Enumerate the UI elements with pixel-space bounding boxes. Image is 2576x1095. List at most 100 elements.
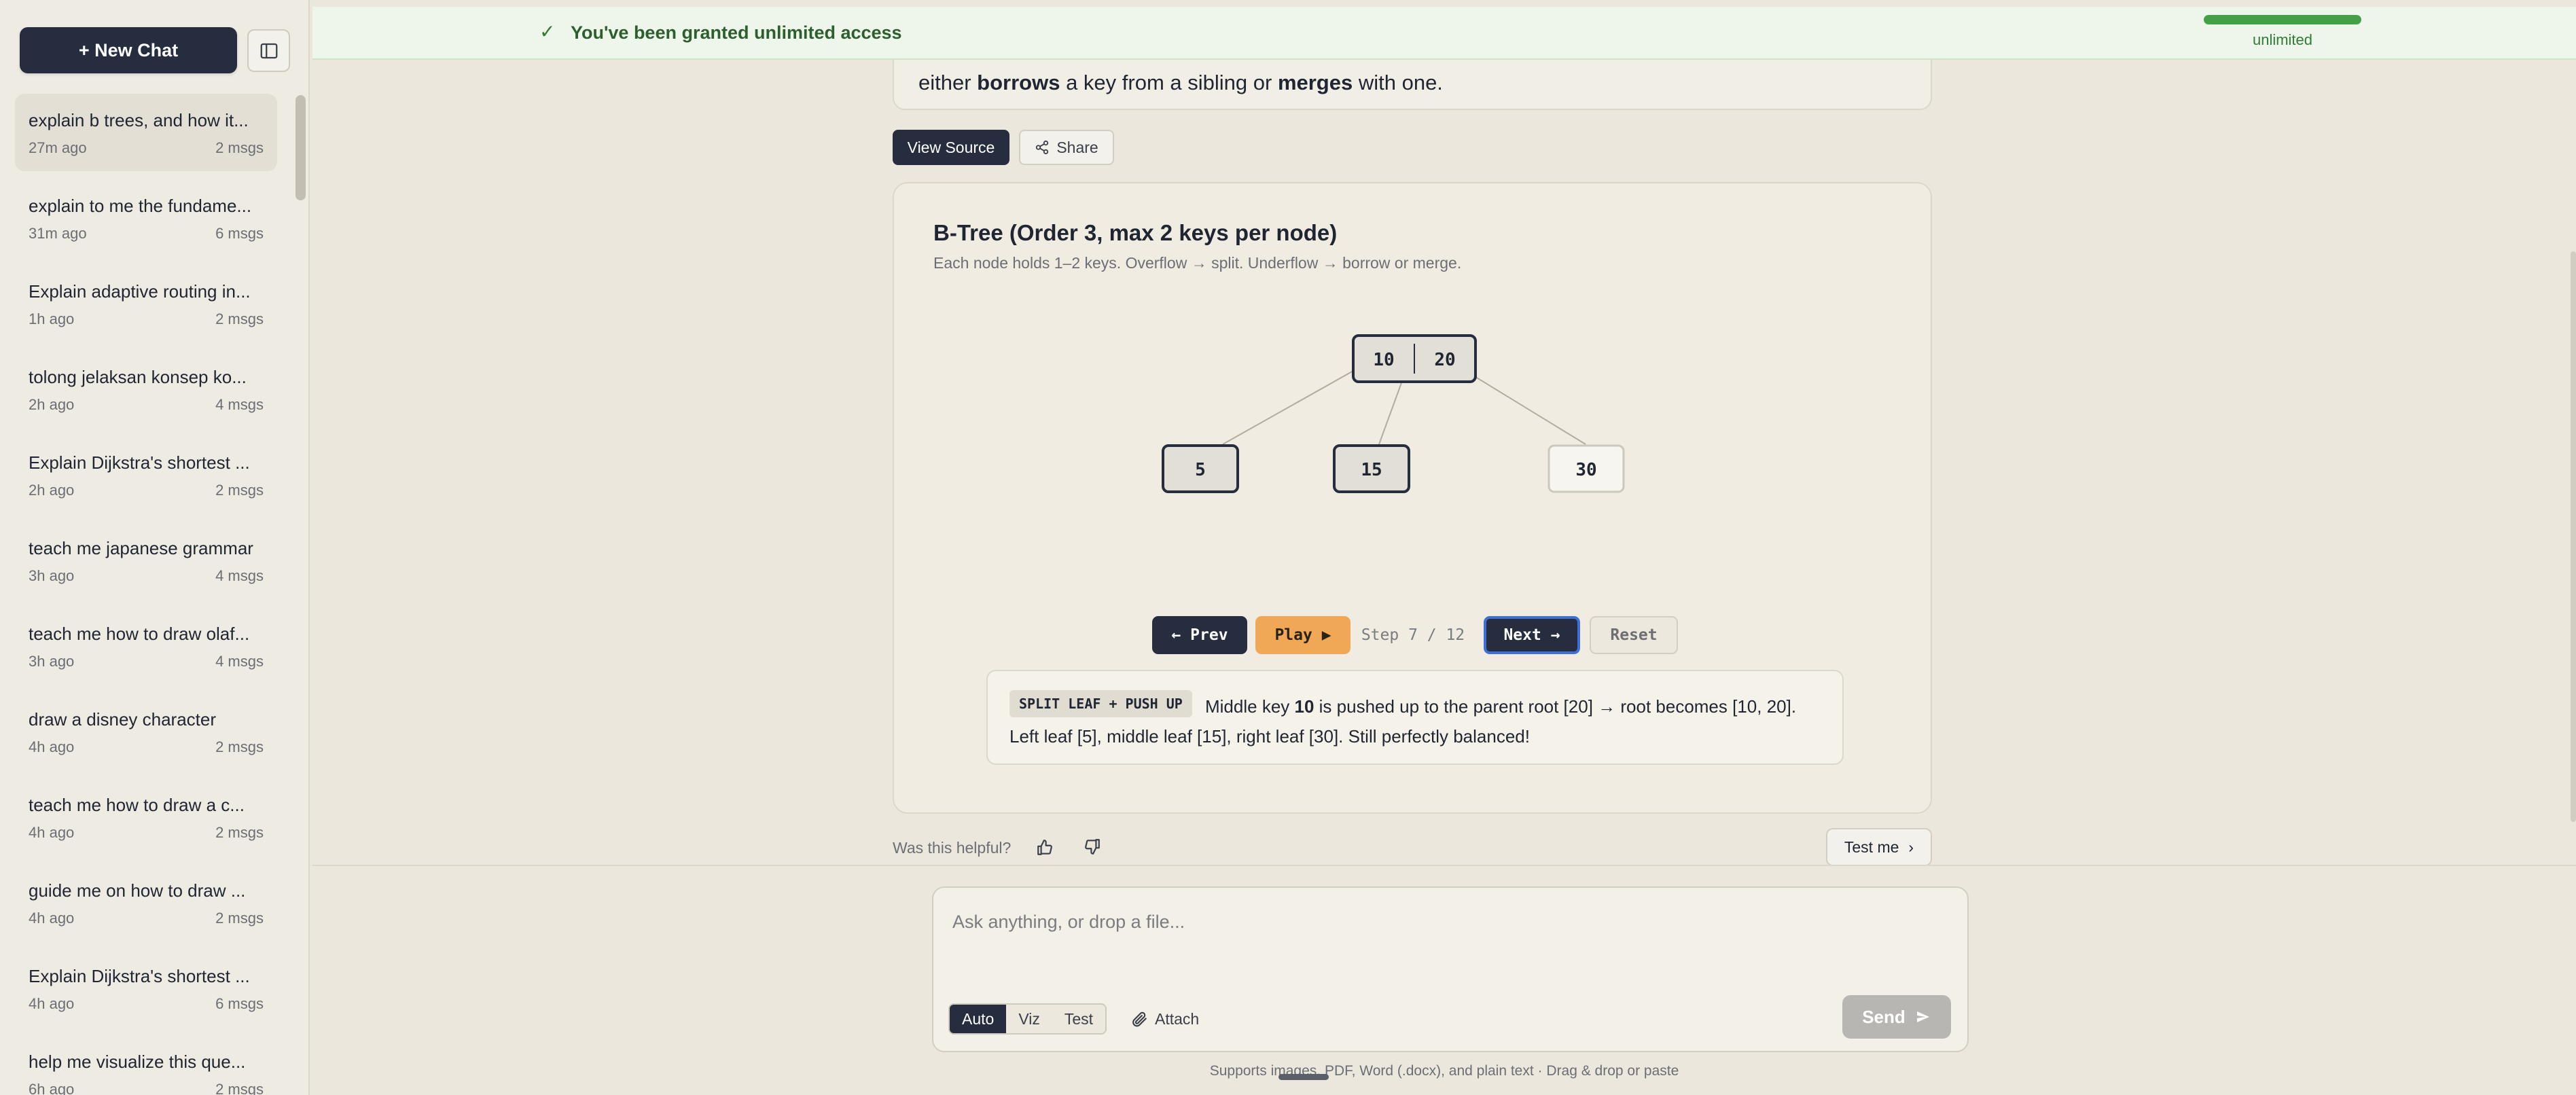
- chat-msg-count: 2 msgs: [215, 1081, 264, 1095]
- send-button[interactable]: Send: [1842, 995, 1951, 1039]
- upload-hint: Supports images, PDF, Word (.docx), and …: [1209, 1063, 1679, 1079]
- thumbs-down-icon: [1085, 839, 1100, 855]
- reset-button[interactable]: Reset: [1590, 616, 1678, 654]
- chat-msg-count: 2 msgs: [215, 824, 264, 841]
- chevron-right-icon: ›: [1908, 838, 1914, 856]
- share-label: Share: [1056, 138, 1098, 156]
- mode-viz-button[interactable]: Viz: [1006, 1005, 1052, 1033]
- view-source-button[interactable]: View Source: [893, 130, 1009, 165]
- chat-msg-count: 4 msgs: [215, 396, 264, 413]
- chat-title: draw a disney character: [29, 709, 217, 730]
- chat-msg-count: 2 msgs: [215, 738, 264, 755]
- btree-diagram: 10 20 5 15 30: [1162, 334, 1625, 493]
- share-icon: [1036, 140, 1049, 155]
- send-label: Send: [1862, 1006, 1906, 1027]
- send-icon: [1916, 1011, 1929, 1022]
- leaf-key: 15: [1361, 460, 1382, 480]
- resize-handle[interactable]: [1278, 1074, 1329, 1080]
- paperclip-icon: [1132, 1011, 1147, 1027]
- chat-time: 2h ago: [29, 396, 75, 413]
- attach-button[interactable]: Attach: [1130, 1003, 1199, 1035]
- composer-area: Auto Viz Test Attach Send Supports image…: [312, 865, 2576, 1095]
- chat-history-item[interactable]: teach me japanese grammar 3h ago 4 msgs: [15, 522, 277, 599]
- chat-time: 2h ago: [29, 482, 75, 499]
- chat-title: Explain Dijkstra's shortest ...: [29, 966, 250, 986]
- assistant-message-text: either borrows a key from a sibling or m…: [918, 71, 1443, 94]
- chat-title: explain to me the fundame...: [29, 196, 252, 216]
- chat-history-item[interactable]: guide me on how to draw ... 4h ago 2 msgs: [15, 864, 277, 941]
- usage-progress-bar: [2204, 15, 2361, 24]
- chat-time: 6h ago: [29, 1081, 75, 1095]
- chat-time: 1h ago: [29, 310, 75, 327]
- chat-history-item[interactable]: help me visualize this que... 6h ago 2 ms…: [15, 1035, 277, 1095]
- chat-title: guide me on how to draw ...: [29, 880, 246, 901]
- sidebar-panel-icon: [260, 43, 277, 58]
- chat-title: tolong jelaksan konsep ko...: [29, 367, 247, 387]
- banner-message: You've been granted unlimited access: [571, 22, 902, 43]
- chat-time: 4h ago: [29, 738, 75, 755]
- step-indicator: Step 7 / 12: [1361, 626, 1465, 644]
- conversation-area: either borrows a key from a sibling or m…: [312, 60, 2576, 865]
- chat-title: help me visualize this que...: [29, 1052, 246, 1072]
- playback-controls: ← Prev Play ▶ Step 7 / 12 Next → Reset: [894, 616, 1933, 657]
- root-key-1: 10: [1373, 350, 1394, 370]
- share-button[interactable]: Share: [1019, 130, 1114, 165]
- chat-history-item[interactable]: Explain adaptive routing in... 1h ago 2 m…: [15, 265, 277, 342]
- mode-auto-button[interactable]: Auto: [950, 1005, 1007, 1033]
- prev-step-button[interactable]: ← Prev: [1152, 616, 1247, 654]
- chat-history-item[interactable]: draw a disney character 4h ago 2 msgs: [15, 693, 277, 770]
- chat-title: Explain Dijkstra's shortest ...: [29, 452, 250, 473]
- chat-title: explain b trees, and how it...: [29, 110, 249, 130]
- chat-msg-count: 2 msgs: [215, 482, 264, 499]
- chat-history-item[interactable]: teach me how to draw a c... 4h ago 2 msgs: [15, 778, 277, 856]
- chat-history-item[interactable]: explain b trees, and how it... 27m ago 2 …: [15, 94, 277, 171]
- leaf-key: 5: [1195, 460, 1206, 480]
- chat-time: 4h ago: [29, 824, 75, 841]
- play-button[interactable]: Play ▶: [1255, 616, 1350, 654]
- leaf-node: 30: [1548, 444, 1625, 493]
- new-chat-button[interactable]: + New Chat: [20, 27, 237, 73]
- root-key-2: 20: [1434, 350, 1455, 370]
- chat-msg-count: 4 msgs: [215, 653, 264, 670]
- leaf-node: 15: [1333, 444, 1410, 493]
- message-composer: Auto Viz Test Attach Send: [932, 886, 1969, 1052]
- chat-title: Explain adaptive routing in...: [29, 281, 251, 302]
- chat-time: 4h ago: [29, 995, 75, 1012]
- next-step-button[interactable]: Next →: [1484, 616, 1580, 654]
- access-banner: ✓ You've been granted unlimited access u…: [312, 7, 2576, 60]
- root-node: 10 20: [1352, 334, 1477, 383]
- chat-msg-count: 6 msgs: [215, 995, 264, 1012]
- chat-history-item[interactable]: Explain Dijkstra's shortest ... 4h ago 6 …: [15, 950, 277, 1027]
- chat-time: 27m ago: [29, 139, 87, 156]
- chat-history-item[interactable]: teach me how to draw olaf... 3h ago 4 msg…: [15, 607, 277, 685]
- usage-progress-fill: [2204, 15, 2361, 24]
- step-explanation: SPLIT LEAF + PUSH UP Middle key 10 is pu…: [986, 670, 1844, 765]
- chat-msg-count: 6 msgs: [215, 225, 264, 242]
- chat-title: teach me how to draw a c...: [29, 795, 245, 815]
- chat-msg-count: 4 msgs: [215, 567, 264, 584]
- thumbs-up-button[interactable]: [1033, 836, 1057, 860]
- sidebar-toggle-button[interactable]: [247, 29, 290, 72]
- chat-history-item[interactable]: explain to me the fundame... 31m ago 6 ms…: [15, 179, 277, 257]
- message-input[interactable]: [952, 901, 1944, 942]
- thumbs-down-button[interactable]: [1080, 834, 1105, 859]
- test-me-button[interactable]: Test me ›: [1826, 828, 1932, 865]
- sidebar-scrollbar[interactable]: [296, 95, 306, 200]
- chat-history-item[interactable]: tolong jelaksan konsep ko... 2h ago 4 msg…: [15, 351, 277, 428]
- chat-msg-count: 2 msgs: [215, 310, 264, 327]
- mode-test-button[interactable]: Test: [1052, 1005, 1105, 1033]
- btree-visualization: B-Tree (Order 3, max 2 keys per node) Ea…: [893, 182, 1932, 814]
- check-icon: ✓: [539, 21, 556, 42]
- page-scrollbar[interactable]: [2571, 251, 2576, 822]
- chat-history-item[interactable]: Explain Dijkstra's shortest ... 2h ago 2 …: [15, 436, 277, 514]
- leaf-key: 30: [1575, 460, 1596, 480]
- chat-title: teach me japanese grammar: [29, 538, 253, 558]
- chat-time: 4h ago: [29, 910, 75, 927]
- chat-history-list: explain b trees, and how it... 27m ago 2 …: [0, 94, 292, 1095]
- sidebar: + New Chat explain b trees, and how it..…: [0, 0, 310, 1095]
- thumbs-up-icon: [1037, 840, 1052, 855]
- mode-selector: Auto Viz Test: [948, 1003, 1107, 1035]
- chat-time: 31m ago: [29, 225, 87, 242]
- helpful-prompt: Was this helpful?: [893, 839, 1012, 857]
- chat-title: teach me how to draw olaf...: [29, 624, 250, 644]
